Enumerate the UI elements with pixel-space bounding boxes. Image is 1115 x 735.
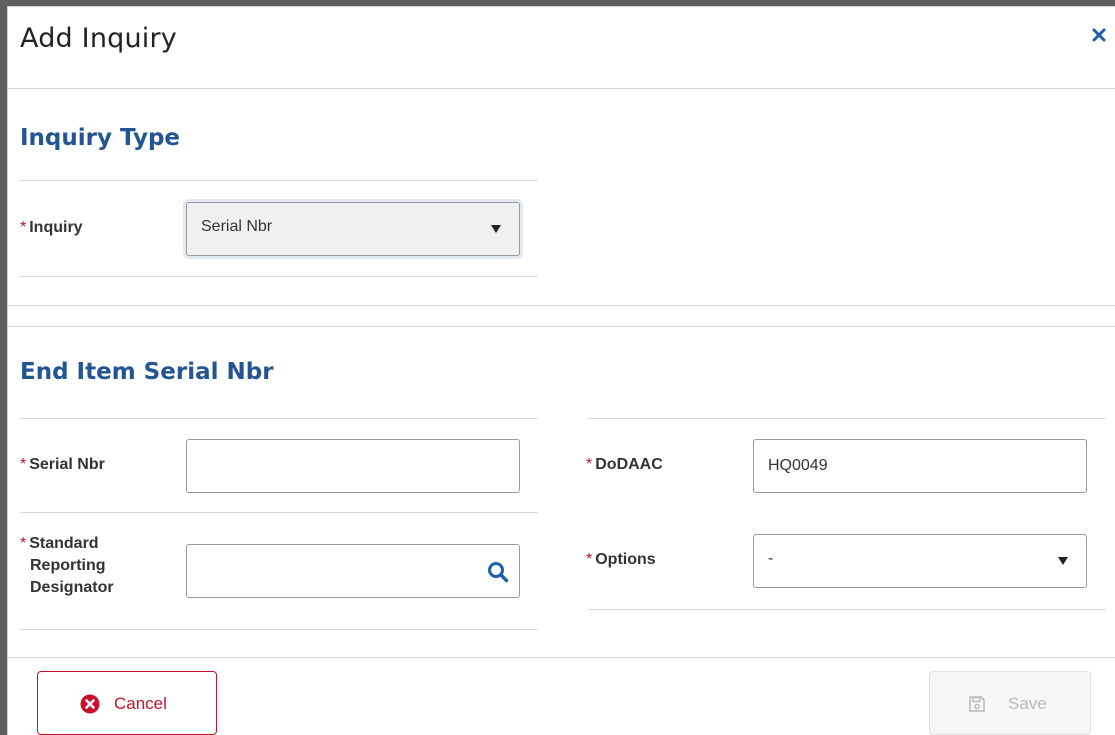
row-divider xyxy=(588,609,1106,610)
srd-input[interactable] xyxy=(186,544,520,598)
section-divider xyxy=(20,276,538,277)
cancel-button-label: Cancel xyxy=(114,694,167,713)
serial-nbr-input[interactable] xyxy=(186,439,520,493)
serial-nbr-label: * Serial Nbr xyxy=(20,456,105,473)
row-divider xyxy=(20,512,538,513)
chevron-down-icon xyxy=(491,225,501,233)
end-item-heading: End Item Serial Nbr xyxy=(20,359,274,385)
save-icon xyxy=(969,696,985,712)
add-inquiry-dialog: Add Inquiry Inquiry Type * Inquiry Serial… xyxy=(7,6,1115,735)
close-icon[interactable] xyxy=(1089,25,1109,45)
required-marker: * xyxy=(586,551,593,568)
srd-label: * Standard Reporting Designator xyxy=(20,535,114,596)
required-marker: * xyxy=(20,219,27,236)
section-divider xyxy=(8,326,1115,327)
section-divider xyxy=(20,418,538,419)
inquiry-select[interactable]: Serial Nbr xyxy=(186,202,520,256)
dodaac-value: HQ0049 xyxy=(768,457,828,474)
options-select-value: - xyxy=(768,550,774,567)
cancel-circle-icon xyxy=(80,694,100,714)
options-label: * Options xyxy=(586,551,656,568)
chevron-down-icon xyxy=(1058,557,1068,565)
section-divider xyxy=(8,305,1115,306)
save-button-label: Save xyxy=(1008,694,1047,713)
inquiry-type-heading: Inquiry Type xyxy=(20,125,181,151)
section-divider xyxy=(20,180,538,181)
options-select[interactable]: - xyxy=(753,534,1087,588)
required-marker: * xyxy=(586,456,593,473)
dodaac-label: * DoDAAC xyxy=(586,456,663,473)
title-divider xyxy=(8,88,1115,89)
inquiry-label: * Inquiry xyxy=(20,219,83,236)
required-marker: * xyxy=(20,535,27,552)
required-marker: * xyxy=(20,456,27,473)
dialog-title: Add Inquiry xyxy=(20,23,177,54)
save-button[interactable]: Save xyxy=(929,671,1091,735)
inquiry-select-value: Serial Nbr xyxy=(201,218,273,235)
footer-divider xyxy=(8,657,1115,658)
dodaac-input[interactable]: HQ0049 xyxy=(753,439,1087,493)
search-icon[interactable] xyxy=(487,561,509,583)
section-divider xyxy=(588,418,1106,419)
row-divider xyxy=(20,629,538,630)
cancel-button[interactable]: Cancel xyxy=(37,671,217,735)
